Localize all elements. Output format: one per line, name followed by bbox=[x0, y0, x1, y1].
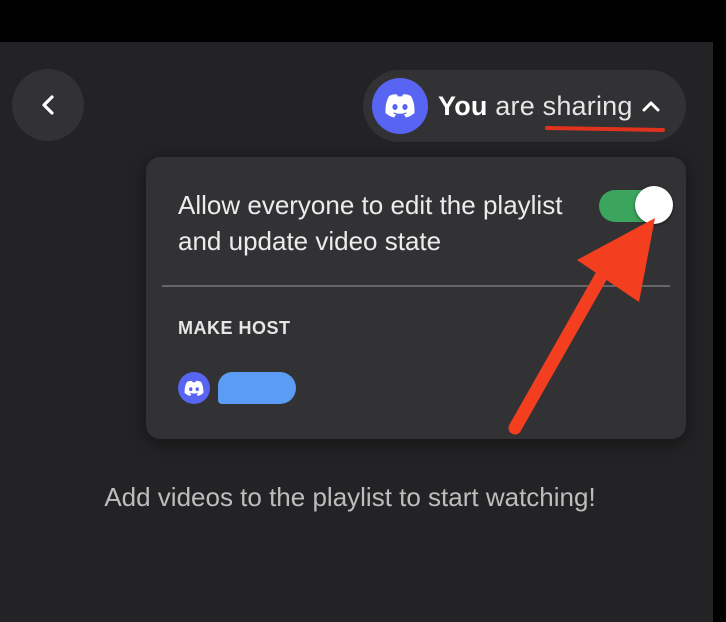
annotation-arrow bbox=[508, 218, 655, 435]
